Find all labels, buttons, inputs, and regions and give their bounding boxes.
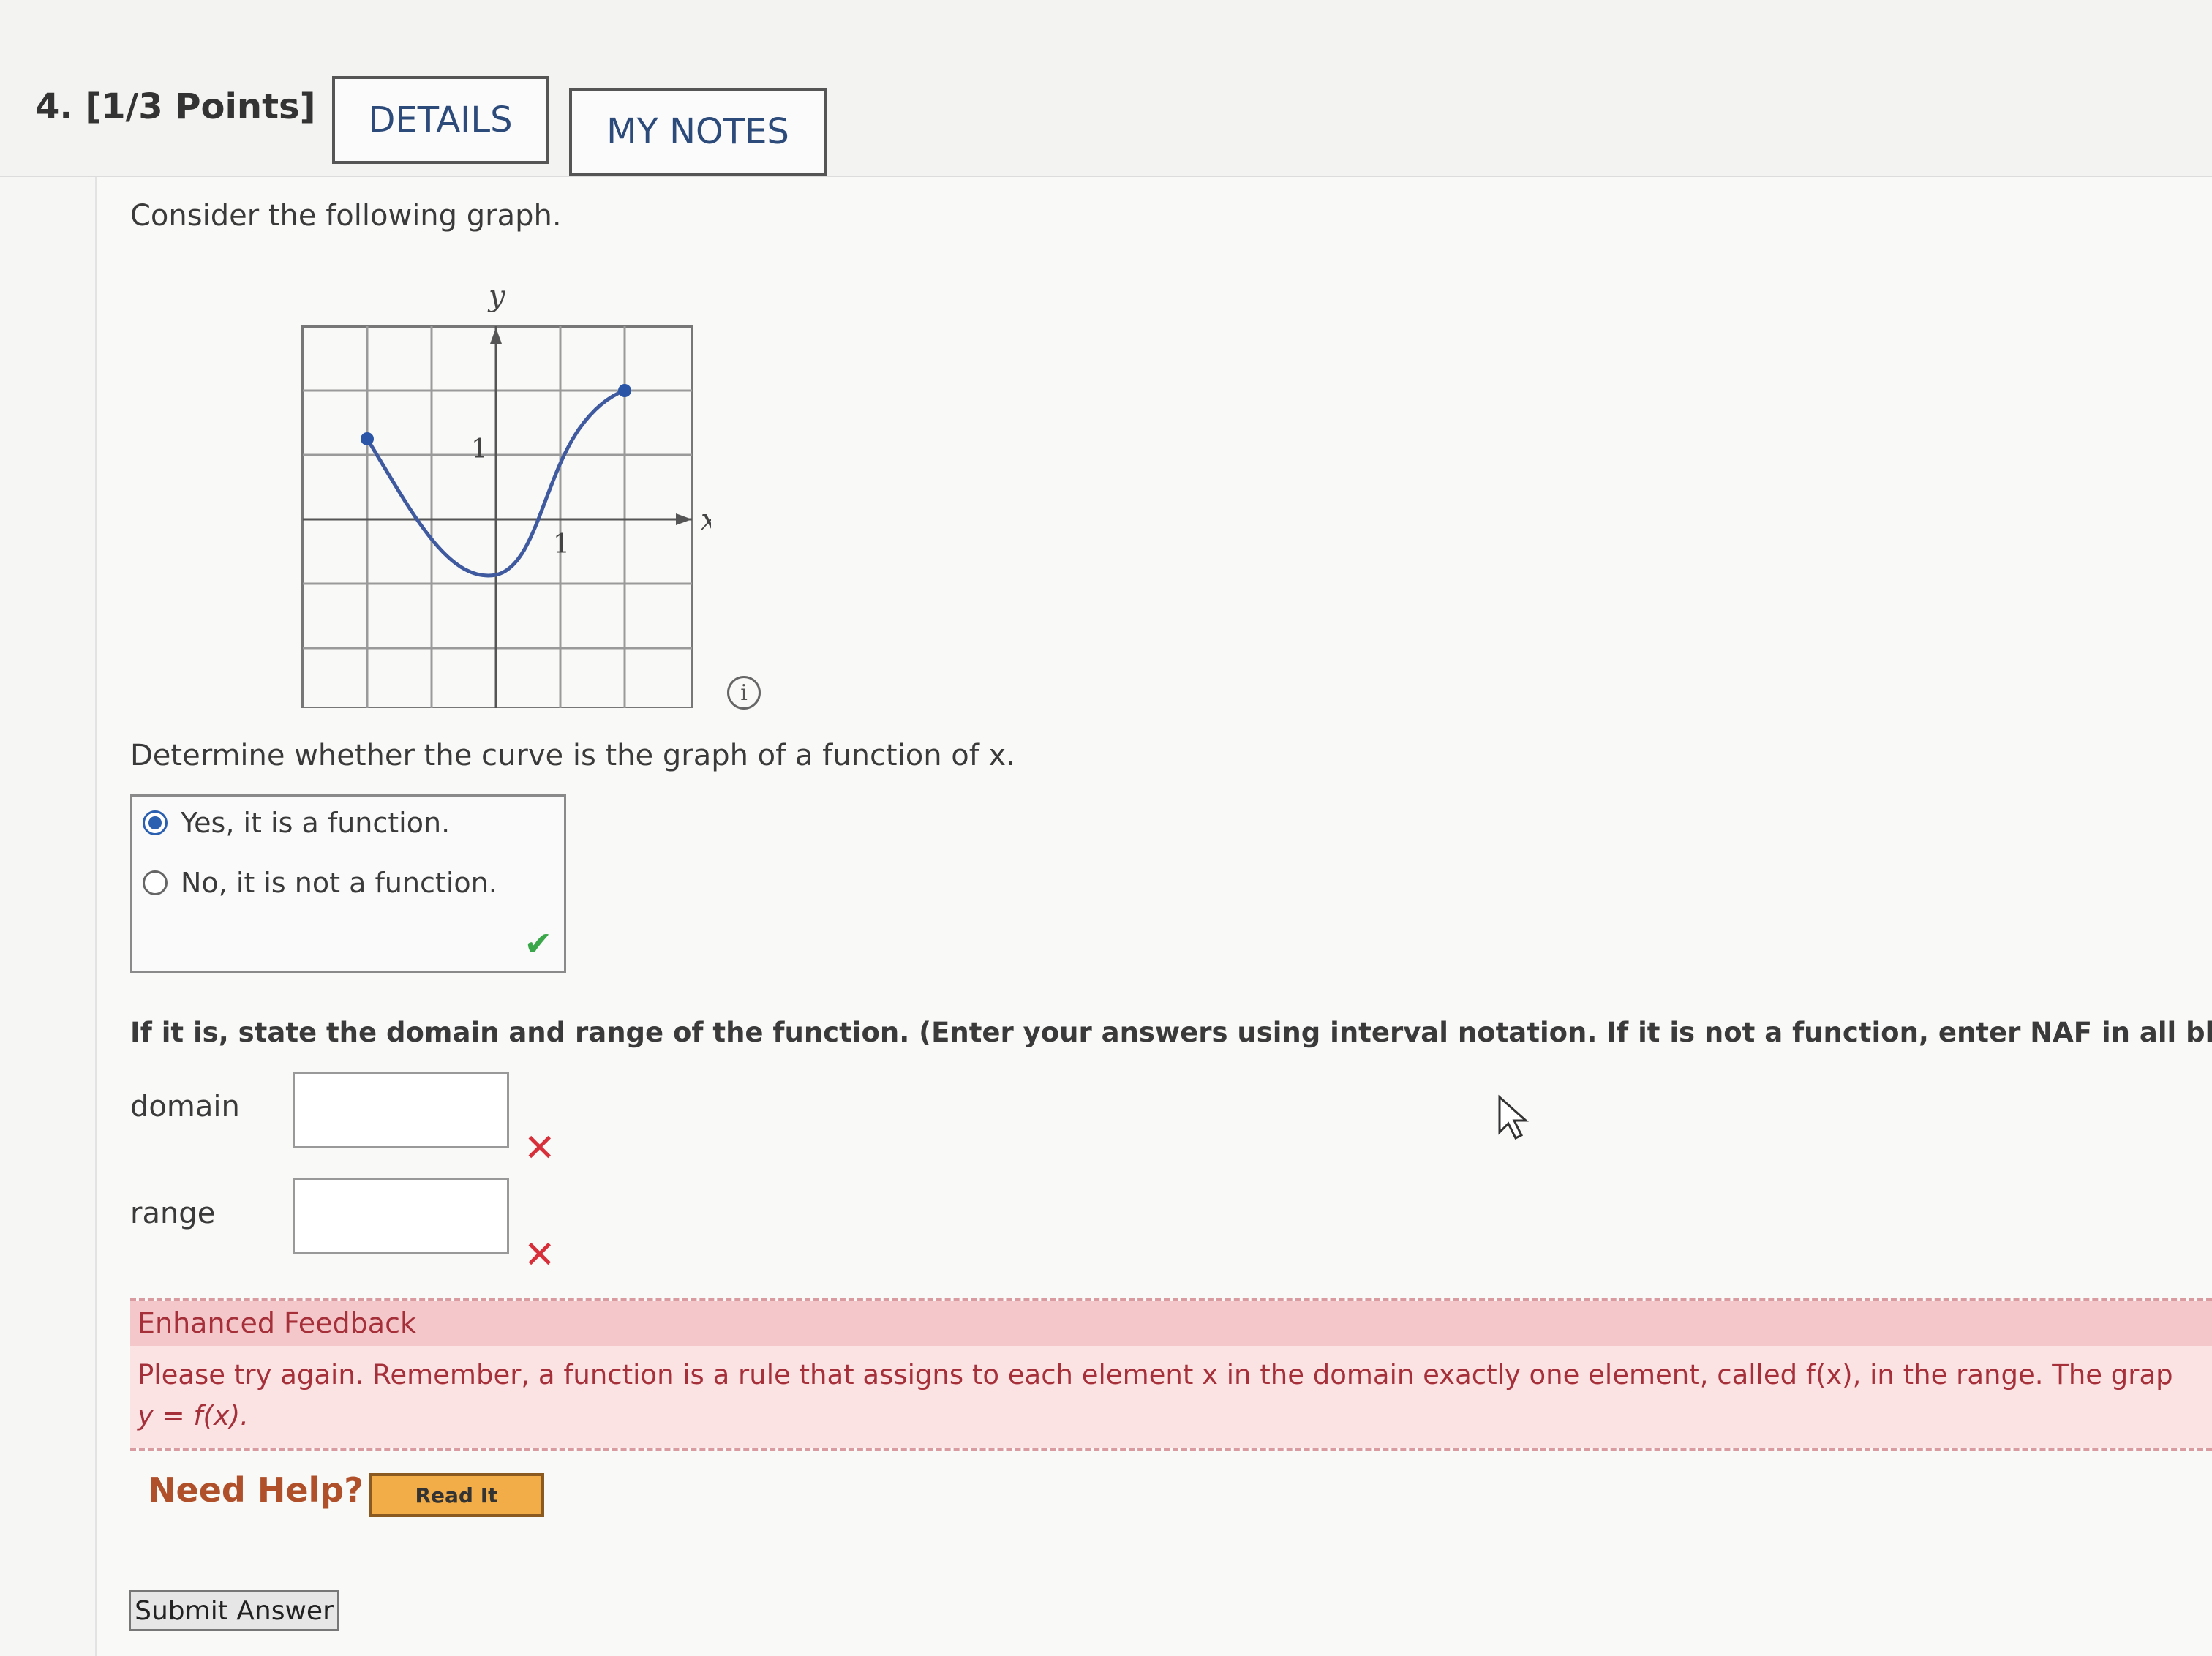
need-help-label: Need Help? [148, 1470, 364, 1510]
curve-right-endpoint [618, 384, 631, 397]
choice-yes-label: Yes, it is a function. [181, 807, 451, 839]
range-incorrect-icon: ✕ [524, 1233, 556, 1277]
my-notes-button[interactable]: MY NOTES [569, 88, 827, 176]
choice-no[interactable]: No, it is not a function. [143, 867, 497, 899]
y-axis-arrow [490, 328, 502, 344]
domain-incorrect-icon: ✕ [524, 1126, 556, 1170]
domain-input[interactable] [293, 1072, 509, 1148]
curve-left-endpoint [361, 432, 374, 445]
info-icon[interactable]: i [727, 676, 761, 710]
part1-question: Determine whether the curve is the graph… [130, 739, 1015, 772]
correct-check-icon: ✔ [524, 924, 552, 963]
radio-yes-selected[interactable] [143, 810, 168, 835]
submit-answer-button[interactable]: Submit Answer [129, 1590, 339, 1631]
x-axis-arrow [676, 513, 692, 525]
feedback-title: Enhanced Feedback [130, 1301, 2212, 1346]
part2-instructions: If it is, state the domain and range of … [130, 1017, 2212, 1048]
radio-no[interactable] [143, 870, 168, 895]
enhanced-feedback: Enhanced Feedback Please try again. Reme… [130, 1298, 2212, 1451]
graph-grid [301, 325, 693, 708]
mouse-cursor-icon [1498, 1094, 1529, 1140]
feedback-line-2: y = f(x). [138, 1400, 249, 1431]
function-graph: y x 1 1 [301, 279, 711, 708]
x-tick-label-1: 1 [553, 530, 570, 560]
feedback-body: Please try again. Remember, a function i… [130, 1346, 2212, 1448]
details-button[interactable]: DETAILS [332, 76, 549, 164]
choice-yes[interactable]: Yes, it is a function. [143, 807, 450, 839]
choice-no-label: No, it is not a function. [181, 867, 497, 899]
range-input[interactable] [293, 1178, 509, 1254]
answer-choices: Yes, it is a function. No, it is not a f… [130, 794, 566, 973]
prompt-text: Consider the following graph. [130, 199, 562, 233]
question-number-points: 4. [1/3 Points] [35, 86, 316, 127]
read-it-button[interactable]: Read It [369, 1473, 544, 1517]
y-tick-label-1: 1 [471, 434, 488, 464]
range-label: range [130, 1197, 216, 1230]
x-axis-label: x [701, 503, 711, 537]
feedback-line-1: Please try again. Remember, a function i… [138, 1359, 2173, 1390]
question-header: 4. [1/3 Points] DETAILS MY NOTES [0, 0, 2212, 177]
domain-label: domain [130, 1090, 240, 1124]
y-axis-label: y [487, 279, 506, 313]
